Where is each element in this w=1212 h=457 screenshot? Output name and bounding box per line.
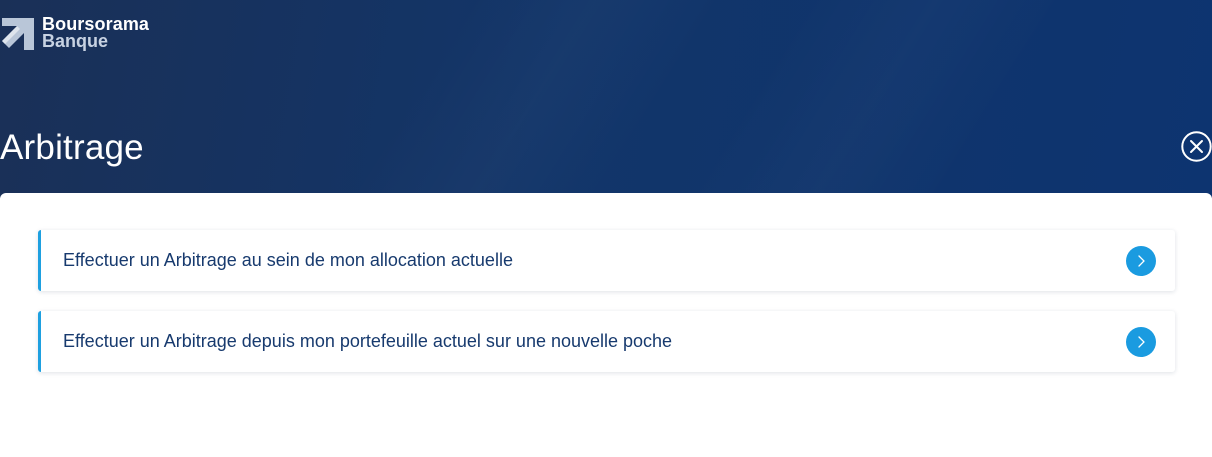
chevron-right-icon[interactable] [1126,327,1156,357]
page-title: Arbitrage [0,128,144,167]
close-circle-icon [1181,131,1212,162]
close-button[interactable] [1181,131,1212,162]
content-panel: Effectuer un Arbitrage au sein de mon al… [0,193,1212,457]
option-label: Effectuer un Arbitrage depuis mon portef… [63,331,673,351]
arbitrage-option-list: Effectuer un Arbitrage au sein de mon al… [38,230,1175,392]
option-arbitrage-new-pocket[interactable]: Effectuer un Arbitrage depuis mon portef… [38,311,1175,372]
option-arbitrage-current-allocation[interactable]: Effectuer un Arbitrage au sein de mon al… [38,230,1175,291]
chevron-right-glyph [1138,255,1145,267]
chevron-right-glyph [1138,336,1145,348]
chevron-right-icon[interactable] [1126,246,1156,276]
brand-name-line2: Banque [42,31,109,51]
brand-name: Boursorama Banque [42,15,149,51]
brand-logo[interactable]: Boursorama Banque [0,15,149,56]
arrow-logo-icon [2,18,34,50]
page: Boursorama Banque Arbitrage Effectuer un… [0,0,1212,457]
option-label: Effectuer un Arbitrage au sein de mon al… [63,250,513,270]
